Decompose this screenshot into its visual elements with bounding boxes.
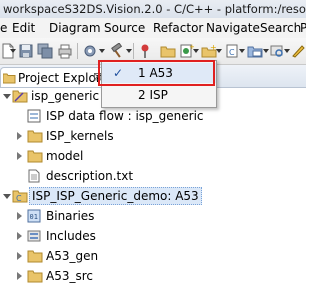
folder-icon	[27, 270, 43, 283]
menu-item-navigate[interactable]: Navigate	[206, 18, 260, 38]
tree-item-description-txt[interactable]: description.txt	[0, 167, 306, 185]
expand-arrow-icon[interactable]	[17, 232, 22, 240]
tree-item-label: Includes	[46, 229, 96, 243]
tree-item-binaries[interactable]: 01 Binaries	[0, 207, 306, 225]
print-icon[interactable]	[57, 43, 73, 59]
window-title: workspaceS32DS.Vision.2.0 - C/C++ - plat…	[0, 0, 306, 18]
project-explorer-icon	[3, 73, 16, 84]
expand-arrow-icon[interactable]	[3, 94, 11, 99]
hammer-build-icon[interactable]	[109, 43, 125, 59]
expand-arrow-icon[interactable]	[17, 252, 22, 260]
menu-item-file[interactable]: e	[0, 18, 7, 38]
toolbar-separator	[133, 43, 134, 59]
folder-icon	[27, 250, 43, 263]
data-flow-icon	[27, 109, 41, 123]
expand-arrow-icon[interactable]	[17, 212, 22, 220]
tree-item-label: A53_src	[46, 269, 93, 283]
pencil-icon[interactable]	[290, 43, 306, 59]
build-dropdown-icon[interactable]	[126, 49, 132, 53]
gear-dropdown-icon[interactable]	[82, 43, 98, 59]
new-class-icon[interactable]: +	[178, 43, 194, 59]
svg-text:C: C	[229, 48, 235, 57]
folder-icon	[27, 150, 43, 163]
tree-item-label: description.txt	[46, 169, 134, 183]
toolbar-separator	[77, 43, 78, 59]
menu-item-edit[interactable]: Edit	[12, 18, 35, 38]
tab-project-explorer[interactable]: Project Explorer ⊠	[0, 67, 113, 87]
menu-bar: e Edit Diagram Source Refactor Navigate …	[0, 18, 306, 38]
tree-item-label: isp_generic	[31, 89, 100, 103]
expand-arrow-icon[interactable]	[17, 132, 22, 140]
c-project-icon: C	[12, 190, 28, 203]
text-file-icon	[28, 169, 40, 183]
folder-icon	[27, 130, 43, 143]
expand-arrow-icon[interactable]	[3, 194, 11, 199]
menu-item-search[interactable]: Search	[260, 18, 301, 38]
expand-arrow-icon[interactable]	[17, 152, 22, 160]
search-icon[interactable]	[269, 43, 285, 59]
tree-item-label: ISP_ISP_Generic_demo: A53	[29, 187, 202, 205]
tree-item-isp-generic-demo[interactable]: C ISP_ISP_Generic_demo: A53	[0, 187, 306, 205]
tree-item-label: ISP data flow : isp_generic	[46, 109, 204, 123]
menu-item-project[interactable]: P	[300, 18, 306, 38]
new-source-dropdown-icon[interactable]	[239, 49, 245, 53]
svg-text:01: 01	[30, 213, 38, 221]
open-element-icon[interactable]	[247, 43, 263, 59]
menu-item-refactor[interactable]: Refactor	[153, 18, 203, 38]
save-icon[interactable]	[18, 43, 34, 59]
expand-arrow-icon[interactable]	[17, 272, 22, 280]
tree-item-label: model	[46, 149, 84, 163]
menu-item-isp[interactable]: 2 ISP	[102, 85, 216, 105]
new-dropdown-icon[interactable]	[10, 49, 16, 53]
new-class-dropdown-icon[interactable]	[193, 49, 199, 53]
binaries-icon: 01	[27, 209, 41, 223]
tree-item-isp-data-flow[interactable]: ISP data flow : isp_generic	[0, 107, 306, 125]
menu-item-diagram[interactable]: Diagram	[49, 18, 101, 38]
new-source-icon[interactable]: C	[224, 43, 240, 59]
save-all-icon[interactable]	[37, 43, 53, 59]
folder-icon[interactable]	[160, 43, 176, 59]
project-folder-icon	[12, 90, 28, 103]
new-folder-dropdown-icon[interactable]	[216, 49, 222, 53]
tree-item-isp-kernels[interactable]: ISP_kernels	[0, 127, 306, 145]
tree-item-label: ISP_kernels	[46, 129, 114, 143]
pin-icon[interactable]	[137, 43, 153, 59]
menu-item-source[interactable]: Source	[104, 18, 145, 38]
tree-item-includes[interactable]: Includes	[0, 227, 306, 245]
new-folder-icon[interactable]: +	[201, 43, 217, 59]
includes-icon	[27, 230, 41, 242]
tree-item-model[interactable]: model	[0, 147, 306, 165]
tree-item-a53-src[interactable]: A53_src	[0, 267, 306, 285]
build-config-dropdown-icon[interactable]	[99, 49, 105, 53]
tree-item-label: Binaries	[46, 209, 95, 223]
menu-item-label: 2 ISP	[138, 88, 168, 102]
highlight-box	[98, 60, 215, 86]
svg-text:C: C	[16, 194, 22, 203]
